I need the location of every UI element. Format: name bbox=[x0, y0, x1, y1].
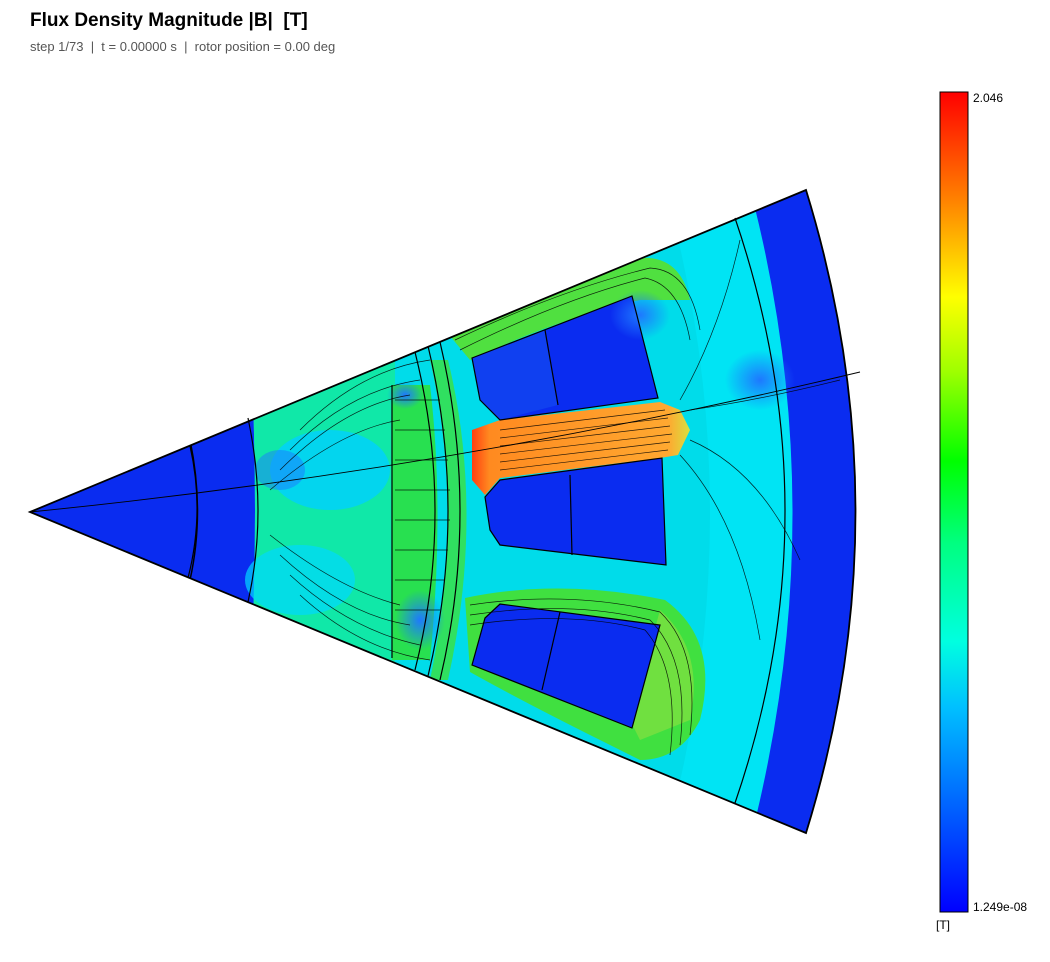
rotor-core-region bbox=[248, 300, 395, 720]
colorbar-min-label: 1.249e-08 bbox=[973, 900, 1028, 914]
flux-density-plot bbox=[27, 91, 969, 913]
colorbar-unit-label: [T] bbox=[936, 918, 950, 932]
rotor-shaft-region bbox=[30, 300, 255, 720]
colorbar-max-label: 2.046 bbox=[973, 91, 1004, 105]
machine-sector bbox=[27, 188, 861, 835]
colorbar bbox=[939, 91, 969, 913]
